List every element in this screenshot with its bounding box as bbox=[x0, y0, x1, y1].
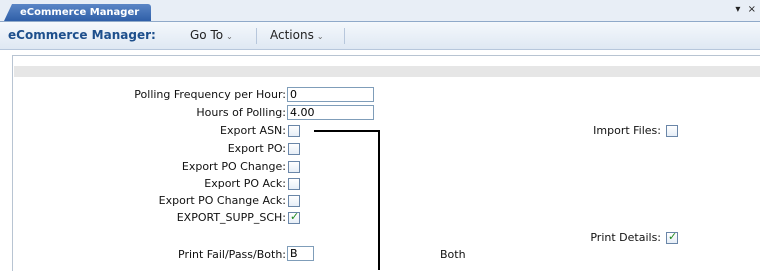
export-po-label: Export PO: bbox=[227, 142, 286, 155]
checkmark-icon: ✓ bbox=[290, 210, 300, 223]
export-po-checkbox[interactable] bbox=[288, 143, 300, 155]
menu-divider bbox=[344, 28, 345, 44]
hours-of-polling-label: Hours of Polling: bbox=[196, 106, 286, 119]
menu-divider bbox=[256, 28, 257, 44]
export-po-ack-checkbox[interactable] bbox=[288, 178, 300, 190]
panel-header-bar bbox=[14, 66, 760, 77]
goto-menu-label: Go To bbox=[190, 28, 224, 42]
hours-of-polling-input[interactable]: 4.00 bbox=[287, 105, 374, 120]
print-details-label: Print Details: bbox=[590, 231, 661, 244]
import-files-label: Import Files: bbox=[593, 124, 661, 137]
goto-menu[interactable]: Go To ⌄ bbox=[190, 22, 233, 50]
window-controls[interactable]: ▾ × bbox=[735, 4, 758, 15]
menu-bar: eCommerce Manager: Go To ⌄ Actions ⌄ bbox=[0, 22, 760, 50]
chevron-down-icon: ⌄ bbox=[226, 32, 233, 41]
export-supp-sch-label: EXPORT_SUPP_SCH: bbox=[176, 211, 286, 224]
print-fail-pass-both-description: Both bbox=[440, 248, 466, 261]
tab-ecommerce-manager[interactable]: eCommerce Manager bbox=[4, 4, 152, 21]
print-details-checkbox[interactable]: ✓ bbox=[666, 230, 678, 244]
print-fail-pass-both-label: Print Fail/Pass/Both: bbox=[178, 248, 286, 261]
export-supp-sch-checkbox[interactable]: ✓ bbox=[288, 210, 300, 224]
page-title: eCommerce Manager: bbox=[8, 28, 156, 42]
export-po-change-ack-checkbox[interactable] bbox=[288, 195, 300, 207]
callout-line-horizontal bbox=[314, 130, 380, 132]
export-asn-checkbox[interactable] bbox=[288, 125, 300, 137]
actions-menu-label: Actions bbox=[270, 28, 314, 42]
polling-frequency-input[interactable]: 0 bbox=[287, 87, 374, 102]
window-tab-strip: eCommerce Manager ▾ × bbox=[0, 0, 760, 22]
actions-menu[interactable]: Actions ⌄ bbox=[270, 22, 324, 50]
chevron-down-icon: ⌄ bbox=[316, 32, 324, 41]
export-po-ack-label: Export PO Ack: bbox=[204, 177, 286, 190]
print-fail-pass-both-input[interactable]: B bbox=[287, 246, 314, 261]
export-po-change-ack-label: Export PO Change Ack: bbox=[158, 194, 286, 207]
import-files-checkbox[interactable] bbox=[666, 125, 678, 137]
export-asn-label: Export ASN: bbox=[220, 124, 286, 137]
callout-line-vertical bbox=[378, 130, 380, 270]
export-po-change-checkbox[interactable] bbox=[288, 161, 300, 173]
checkmark-icon: ✓ bbox=[668, 230, 678, 243]
polling-frequency-label: Polling Frequency per Hour: bbox=[134, 88, 286, 101]
export-po-change-label: Export PO Change: bbox=[181, 160, 286, 173]
